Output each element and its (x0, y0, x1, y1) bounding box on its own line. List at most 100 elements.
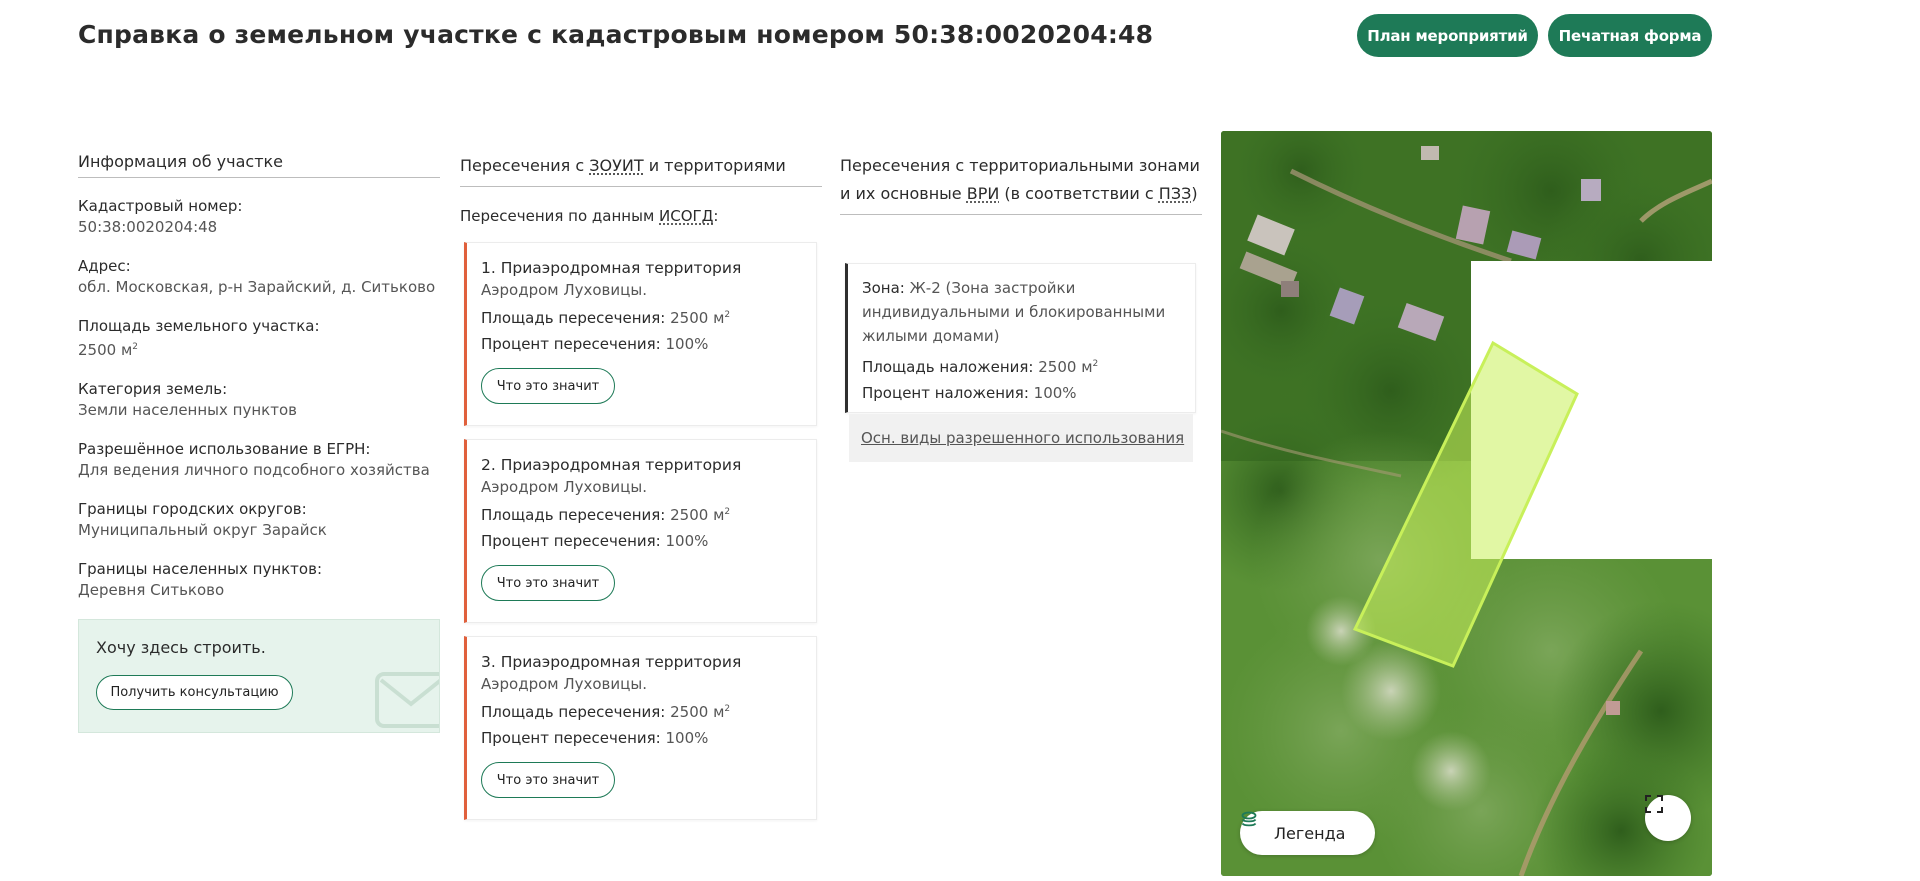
field-value: 2500 м2 (78, 336, 440, 361)
field-permitted-use: Разрешённое использование в ЕГРН: Для ве… (78, 439, 440, 481)
pzz-abbr[interactable]: ПЗЗ (1159, 184, 1192, 203)
permitted-use-link[interactable]: Осн. виды разрешенного использования (861, 429, 1184, 447)
card-subtitle: Аэродром Луховицы. (481, 281, 647, 299)
field-settlements: Границы населенных пунктов: Деревня Сить… (78, 559, 440, 601)
card-percent-row: Процент пересечения: 100% (481, 528, 816, 554)
zone-value: Ж-2 (Зона застройки индивидуальными и бл… (862, 279, 1166, 345)
isogd-abbr[interactable]: ИСОГД (659, 207, 713, 225)
intersection-card: 1. Приаэродромная территория Аэродром Лу… (464, 242, 817, 426)
percent-value: 100% (665, 729, 709, 747)
card-percent-row: Процент пересечения: 100% (481, 725, 816, 751)
card-title: 3. Приаэродромная территория (481, 653, 742, 671)
card-area-row: Площадь пересечения: 2500 м2 (481, 302, 816, 331)
zone-percent-row: Процент наложения: 100% (862, 381, 1185, 405)
area-unit-superscript: 2 (1092, 359, 1099, 369)
field-label: Границы населенных пунктов: (78, 560, 322, 578)
field-value: 50:38:0020204:48 (78, 218, 218, 236)
zone-area-row: Площадь наложения: 2500 м2 (862, 352, 1185, 379)
card-area-row: Площадь пересечения: 2500 м2 (481, 499, 816, 528)
heading-text: Пересечения с (460, 156, 590, 175)
field-label: Адрес: (78, 257, 131, 275)
zones-heading: Пересечения с территориальными зонами и … (840, 152, 1202, 215)
field-value: Деревня Ситьково (78, 581, 225, 599)
build-here-box: Хочу здесь строить. Получить консультаци… (78, 619, 440, 733)
field-label: Площадь земельного участка: (78, 317, 320, 335)
card-title: 2. Приаэродромная территория (481, 456, 742, 474)
get-consultation-button[interactable]: Получить консультацию (96, 675, 293, 710)
area-value: 2500 м (78, 341, 133, 359)
percent-label: Процент пересечения: (481, 532, 661, 550)
area-label: Площадь пересечения: (481, 703, 666, 721)
what-it-means-button[interactable]: Что это значит (481, 565, 615, 601)
zone-row: Зона: Ж-2 (Зона застройки индивидуальным… (862, 276, 1185, 348)
field-value: Муниципальный округ Зарайск (78, 521, 327, 539)
area-label: Площадь наложения: (862, 358, 1034, 376)
percent-label: Процент пересечения: (481, 729, 661, 747)
card-area-row: Площадь пересечения: 2500 м2 (481, 696, 816, 725)
area-unit-superscript: 2 (724, 704, 731, 714)
parcel-info-section: Информация об участке Кадастровый номер:… (78, 152, 440, 733)
card-subtitle: Аэродром Луховицы. (481, 478, 647, 496)
permitted-use-link-bar: Осн. виды разрешенного использования (849, 414, 1193, 462)
percent-value: 100% (665, 532, 709, 550)
area-unit-superscript: 2 (724, 310, 731, 320)
field-label: Категория земель: (78, 380, 228, 398)
percent-value: 100% (1033, 384, 1077, 402)
field-land-category: Категория земель: Земли населенных пункт… (78, 379, 440, 421)
field-land-area: Площадь земельного участка: 2500 м2 (78, 316, 440, 361)
plan-button[interactable]: План мероприятий (1357, 14, 1538, 57)
card-subtitle: Аэродром Луховицы. (481, 675, 647, 693)
heading-text: ) (1191, 184, 1198, 203)
area-value: 2500 м (670, 703, 725, 721)
zone-label: Зона: (862, 279, 905, 297)
area-unit-superscript: 2 (132, 342, 138, 352)
area-unit-superscript: 2 (724, 507, 731, 517)
vri-abbr[interactable]: ВРИ (967, 184, 1000, 203)
heading-text: и территориями (643, 156, 786, 175)
intersection-card: 2. Приаэродромная территория Аэродром Лу… (464, 439, 817, 623)
subheading-text: : (713, 207, 719, 225)
zouit-abbr[interactable]: ЗОУИТ (589, 156, 643, 175)
field-address: Адрес: обл. Московская, р-н Зарайский, д… (78, 256, 440, 298)
field-city-districts: Границы городских округов: Муниципальный… (78, 499, 440, 541)
what-it-means-button[interactable]: Что это значит (481, 368, 615, 404)
area-value: 2500 м (670, 309, 725, 327)
field-label: Границы городских округов: (78, 500, 307, 518)
fullscreen-icon (1645, 795, 1663, 813)
envelope-icon (375, 672, 439, 728)
field-value: Земли населенных пунктов (78, 401, 297, 419)
isogd-subheading: Пересечения по данным ИСОГД: (460, 207, 822, 225)
field-cadastral-number: Кадастровый номер: 50:38:0020204:48 (78, 196, 440, 238)
zone-card: Зона: Ж-2 (Зона застройки индивидуальным… (845, 263, 1196, 413)
print-form-button[interactable]: Печатная форма (1548, 14, 1712, 57)
parcel-info-heading: Информация об участке (78, 152, 440, 178)
percent-label: Процент пересечения: (481, 335, 661, 353)
what-it-means-button[interactable]: Что это значит (481, 762, 615, 798)
area-value: 2500 м (670, 506, 725, 524)
field-label: Разрешённое использование в ЕГРН: (78, 440, 371, 458)
heading-text: (в соответствии с (999, 184, 1159, 203)
percent-value: 100% (665, 335, 709, 353)
legend-label: Легенда (1274, 823, 1346, 843)
area-label: Площадь пересечения: (481, 309, 666, 327)
subheading-text: Пересечения по данным (460, 207, 660, 225)
build-here-text: Хочу здесь строить. (96, 638, 266, 657)
satellite-imagery (1221, 131, 1712, 876)
legend-button[interactable]: Легенда (1240, 811, 1375, 855)
layers-icon (1241, 811, 1257, 827)
zouit-section: Пересечения с ЗОУИТ и территориями Перес… (460, 152, 822, 225)
zouit-heading: Пересечения с ЗОУИТ и территориями (460, 152, 822, 187)
fullscreen-button[interactable] (1645, 795, 1691, 841)
area-label: Площадь пересечения: (481, 506, 666, 524)
card-percent-row: Процент пересечения: 100% (481, 331, 816, 357)
area-value: 2500 м (1038, 358, 1093, 376)
zones-section: Пересечения с территориальными зонами и … (840, 152, 1202, 215)
field-label: Кадастровый номер: (78, 197, 243, 215)
field-value: Для ведения личного подсобного хозяйства (78, 461, 430, 479)
intersection-card: 3. Приаэродромная территория Аэродром Лу… (464, 636, 817, 820)
percent-label: Процент наложения: (862, 384, 1029, 402)
page-title: Справка о земельном участке с кадастровы… (78, 20, 1154, 49)
map-view[interactable]: Легенда (1221, 131, 1712, 876)
card-title: 1. Приаэродромная территория (481, 259, 742, 277)
field-value: обл. Московская, р-н Зарайский, д. Ситьк… (78, 278, 436, 296)
